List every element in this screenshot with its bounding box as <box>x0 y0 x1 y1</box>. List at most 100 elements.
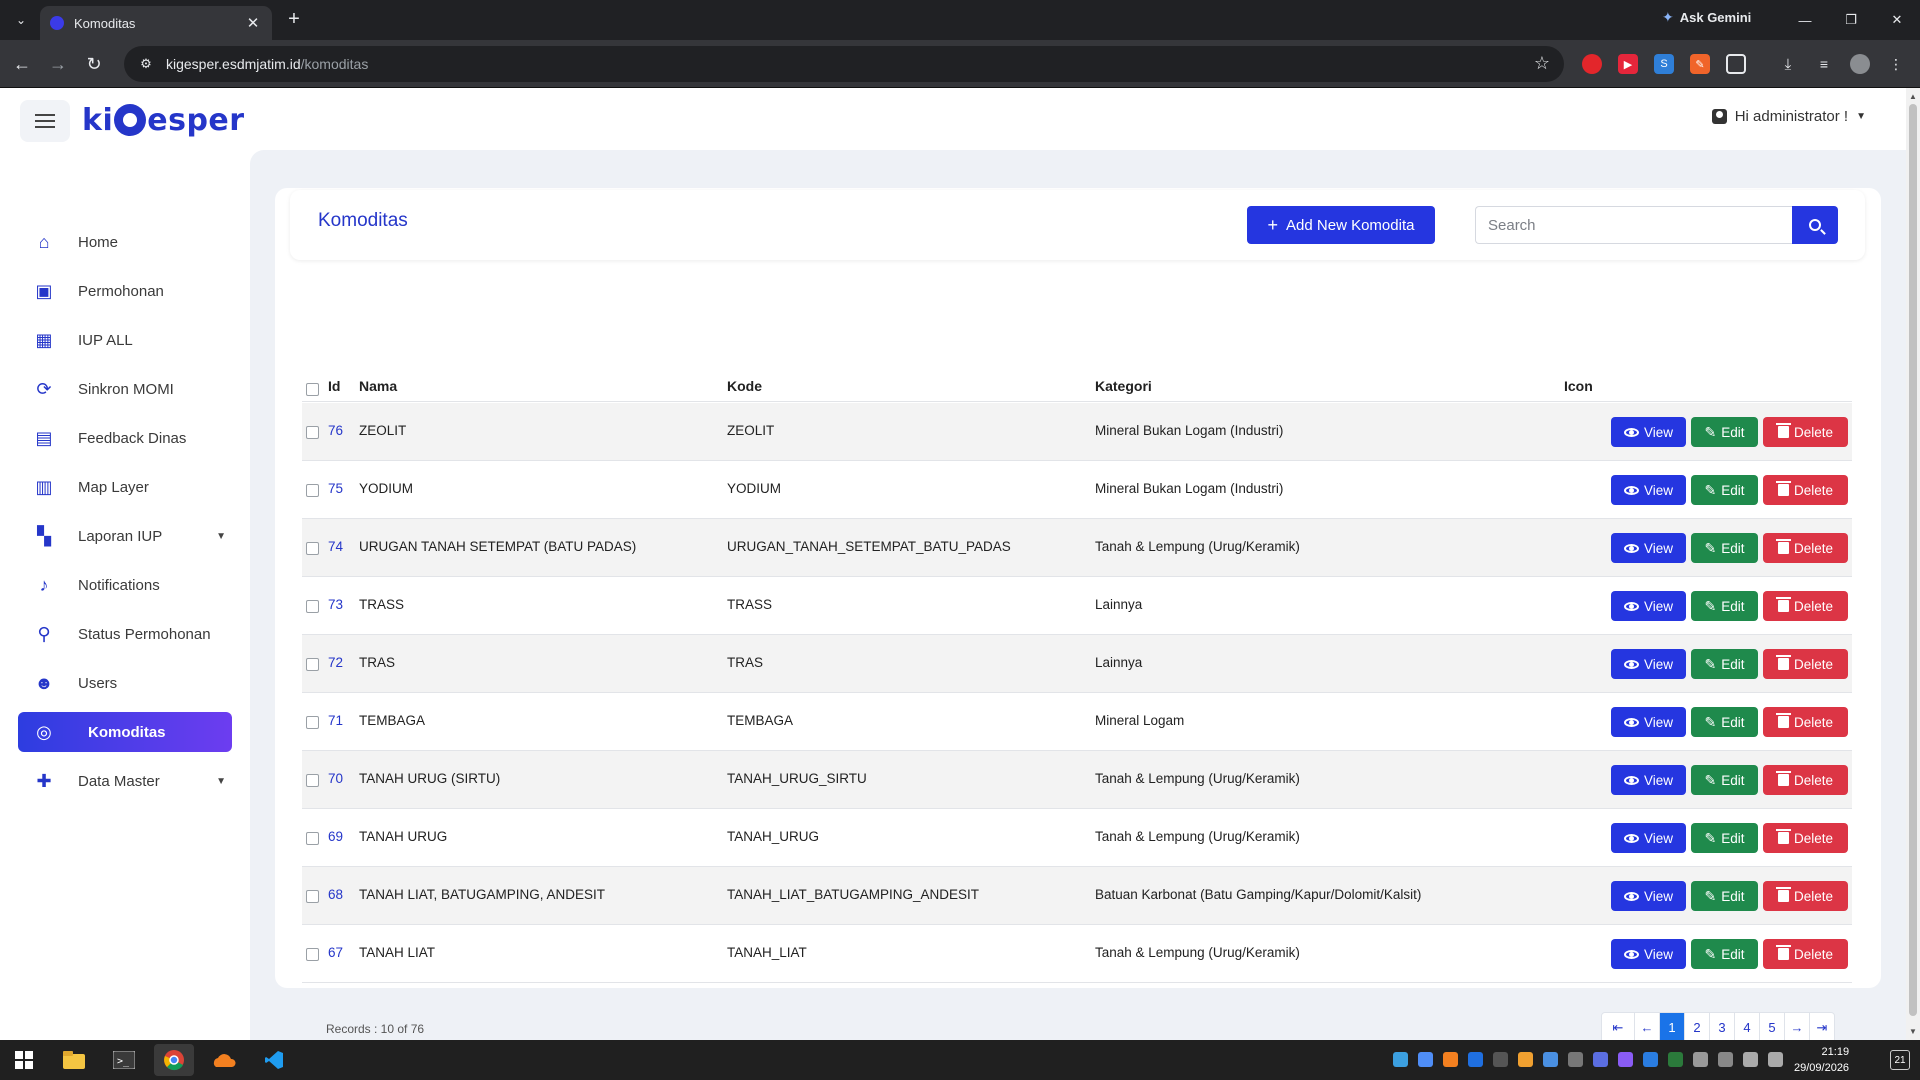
window-close-icon[interactable]: ✕ <box>1874 6 1920 34</box>
downloads-icon[interactable]: ⤓ <box>1778 54 1798 74</box>
view-button[interactable]: View <box>1611 591 1686 621</box>
page-5-button[interactable]: 5 <box>1759 1013 1784 1040</box>
edit-button[interactable]: ✎ Edit <box>1691 649 1758 679</box>
tray-app-icon[interactable] <box>1418 1052 1433 1067</box>
delete-button[interactable]: Delete <box>1763 707 1848 737</box>
tray-app-icon[interactable] <box>1693 1052 1708 1067</box>
page-1-button[interactable]: 1 <box>1659 1013 1684 1040</box>
extension-red-icon[interactable] <box>1582 54 1602 74</box>
volume-icon[interactable] <box>1768 1052 1783 1067</box>
system-clock[interactable]: 21:19 29/09/2026 <box>1794 1044 1849 1076</box>
sidebar-toggle-button[interactable] <box>20 100 70 142</box>
site-info-icon[interactable]: ⚙ <box>136 54 156 74</box>
tray-app-icon[interactable] <box>1618 1052 1633 1067</box>
bluetooth-icon[interactable] <box>1643 1052 1658 1067</box>
view-button[interactable]: View <box>1611 939 1686 969</box>
sidebar-item-komoditas[interactable]: ◎ Komoditas <box>18 712 232 752</box>
row-checkbox[interactable] <box>306 774 319 787</box>
tray-shield-icon[interactable] <box>1543 1052 1558 1067</box>
row-checkbox[interactable] <box>306 484 319 497</box>
user-menu-dropdown[interactable]: Hi administrator ! ▼ <box>1711 108 1866 125</box>
chrome-icon[interactable] <box>154 1044 194 1076</box>
tray-app-icon[interactable] <box>1593 1052 1608 1067</box>
sidebar-item-laporan-iup[interactable]: ▚ Laporan IUP ▼ <box>18 516 232 556</box>
page-last-icon[interactable]: ⇥ <box>1809 1013 1834 1040</box>
column-header-kategori[interactable]: Kategori <box>1095 378 1152 394</box>
extension-s-icon[interactable]: S <box>1654 54 1674 74</box>
view-button[interactable]: View <box>1611 533 1686 563</box>
sidebar-item-feedback-dinas[interactable]: ▤ Feedback Dinas <box>18 418 232 458</box>
column-header-nama[interactable]: Nama <box>359 378 397 394</box>
delete-button[interactable]: Delete <box>1763 649 1848 679</box>
sidebar-item-permohonan[interactable]: ▣ Permohonan <box>18 271 232 311</box>
sidebar-item-status-permohonan[interactable]: ⚲ Status Permohonan <box>18 614 232 654</box>
row-checkbox[interactable] <box>306 426 319 439</box>
extension-youtube-icon[interactable]: ▶ <box>1618 54 1638 74</box>
column-header-id[interactable]: Id <box>328 378 340 394</box>
tray-chart-icon[interactable] <box>1493 1052 1508 1067</box>
page-prev-icon[interactable]: ← <box>1634 1013 1659 1040</box>
row-id-link[interactable]: 69 <box>328 829 343 844</box>
delete-button[interactable]: Delete <box>1763 533 1848 563</box>
file-explorer-icon[interactable] <box>54 1044 94 1076</box>
view-button[interactable]: View <box>1611 823 1686 853</box>
sidebar-item-data-master[interactable]: ✚ Data Master ▼ <box>18 761 232 801</box>
row-checkbox[interactable] <box>306 890 319 903</box>
row-checkbox[interactable] <box>306 600 319 613</box>
view-button[interactable]: View <box>1611 475 1686 505</box>
edit-button[interactable]: ✎ Edit <box>1691 417 1758 447</box>
cloud-app-icon[interactable] <box>204 1044 244 1076</box>
browser-tab-komoditas[interactable]: Komoditas ✕ <box>40 6 272 40</box>
sidebar-item-notifications[interactable]: ♪ Notifications <box>18 565 232 605</box>
edit-button[interactable]: ✎ Edit <box>1691 939 1758 969</box>
ask-gemini-button[interactable]: ✦ Ask Gemini <box>1662 9 1751 26</box>
new-tab-button[interactable]: + <box>282 8 306 32</box>
delete-button[interactable]: Delete <box>1763 417 1848 447</box>
delete-button[interactable]: Delete <box>1763 475 1848 505</box>
browser-menu-icon[interactable]: ⋮ <box>1886 54 1906 74</box>
tray-app-icon[interactable] <box>1668 1052 1683 1067</box>
address-bar[interactable]: ⚙ kigesper.esdmjatim.id /komoditas ☆ <box>124 46 1564 82</box>
window-minimize-icon[interactable]: — <box>1782 6 1828 34</box>
row-checkbox[interactable] <box>306 948 319 961</box>
tray-app-icon[interactable] <box>1518 1052 1533 1067</box>
view-button[interactable]: View <box>1611 765 1686 795</box>
extension-orange-icon[interactable]: ✎ <box>1690 54 1710 74</box>
kigesper-logo[interactable]: ki esper <box>82 98 245 142</box>
row-checkbox[interactable] <box>306 658 319 671</box>
edit-button[interactable]: ✎ Edit <box>1691 881 1758 911</box>
row-id-link[interactable]: 75 <box>328 481 343 496</box>
view-button[interactable]: View <box>1611 649 1686 679</box>
delete-button[interactable]: Delete <box>1763 823 1848 853</box>
scroll-up-icon[interactable]: ▲ <box>1909 92 1917 101</box>
page-next-icon[interactable]: → <box>1784 1013 1809 1040</box>
edit-button[interactable]: ✎ Edit <box>1691 475 1758 505</box>
window-restore-icon[interactable]: ❐ <box>1828 6 1874 34</box>
vscode-icon[interactable] <box>254 1044 294 1076</box>
search-button[interactable] <box>1792 206 1838 244</box>
row-id-link[interactable]: 73 <box>328 597 343 612</box>
edit-button[interactable]: ✎ Edit <box>1691 823 1758 853</box>
row-id-link[interactable]: 71 <box>328 713 343 728</box>
delete-button[interactable]: Delete <box>1763 939 1848 969</box>
tab-close-icon[interactable]: ✕ <box>244 14 262 32</box>
row-id-link[interactable]: 70 <box>328 771 343 786</box>
delete-button[interactable]: Delete <box>1763 881 1848 911</box>
network-icon[interactable] <box>1743 1052 1758 1067</box>
page-first-icon[interactable]: ⇤ <box>1602 1013 1634 1040</box>
extensions-puzzle-icon[interactable] <box>1726 54 1746 74</box>
reload-icon[interactable]: ↻ <box>80 50 108 78</box>
select-all-checkbox[interactable] <box>306 383 319 396</box>
sidebar-item-iup-all[interactable]: ▦ IUP ALL <box>18 320 232 360</box>
row-checkbox[interactable] <box>306 542 319 555</box>
search-input[interactable] <box>1475 206 1792 244</box>
sidebar-item-map-layer[interactable]: ▥ Map Layer <box>18 467 232 507</box>
tray-app-icon[interactable] <box>1468 1052 1483 1067</box>
tray-app-icon[interactable] <box>1393 1052 1408 1067</box>
add-new-komodita-button[interactable]: + Add New Komodita <box>1247 206 1435 244</box>
row-id-link[interactable]: 68 <box>328 887 343 902</box>
back-arrow-icon[interactable]: ← <box>8 50 36 78</box>
row-id-link[interactable]: 74 <box>328 539 343 554</box>
bookmark-star-icon[interactable]: ☆ <box>1534 53 1550 74</box>
edit-button[interactable]: ✎ Edit <box>1691 707 1758 737</box>
